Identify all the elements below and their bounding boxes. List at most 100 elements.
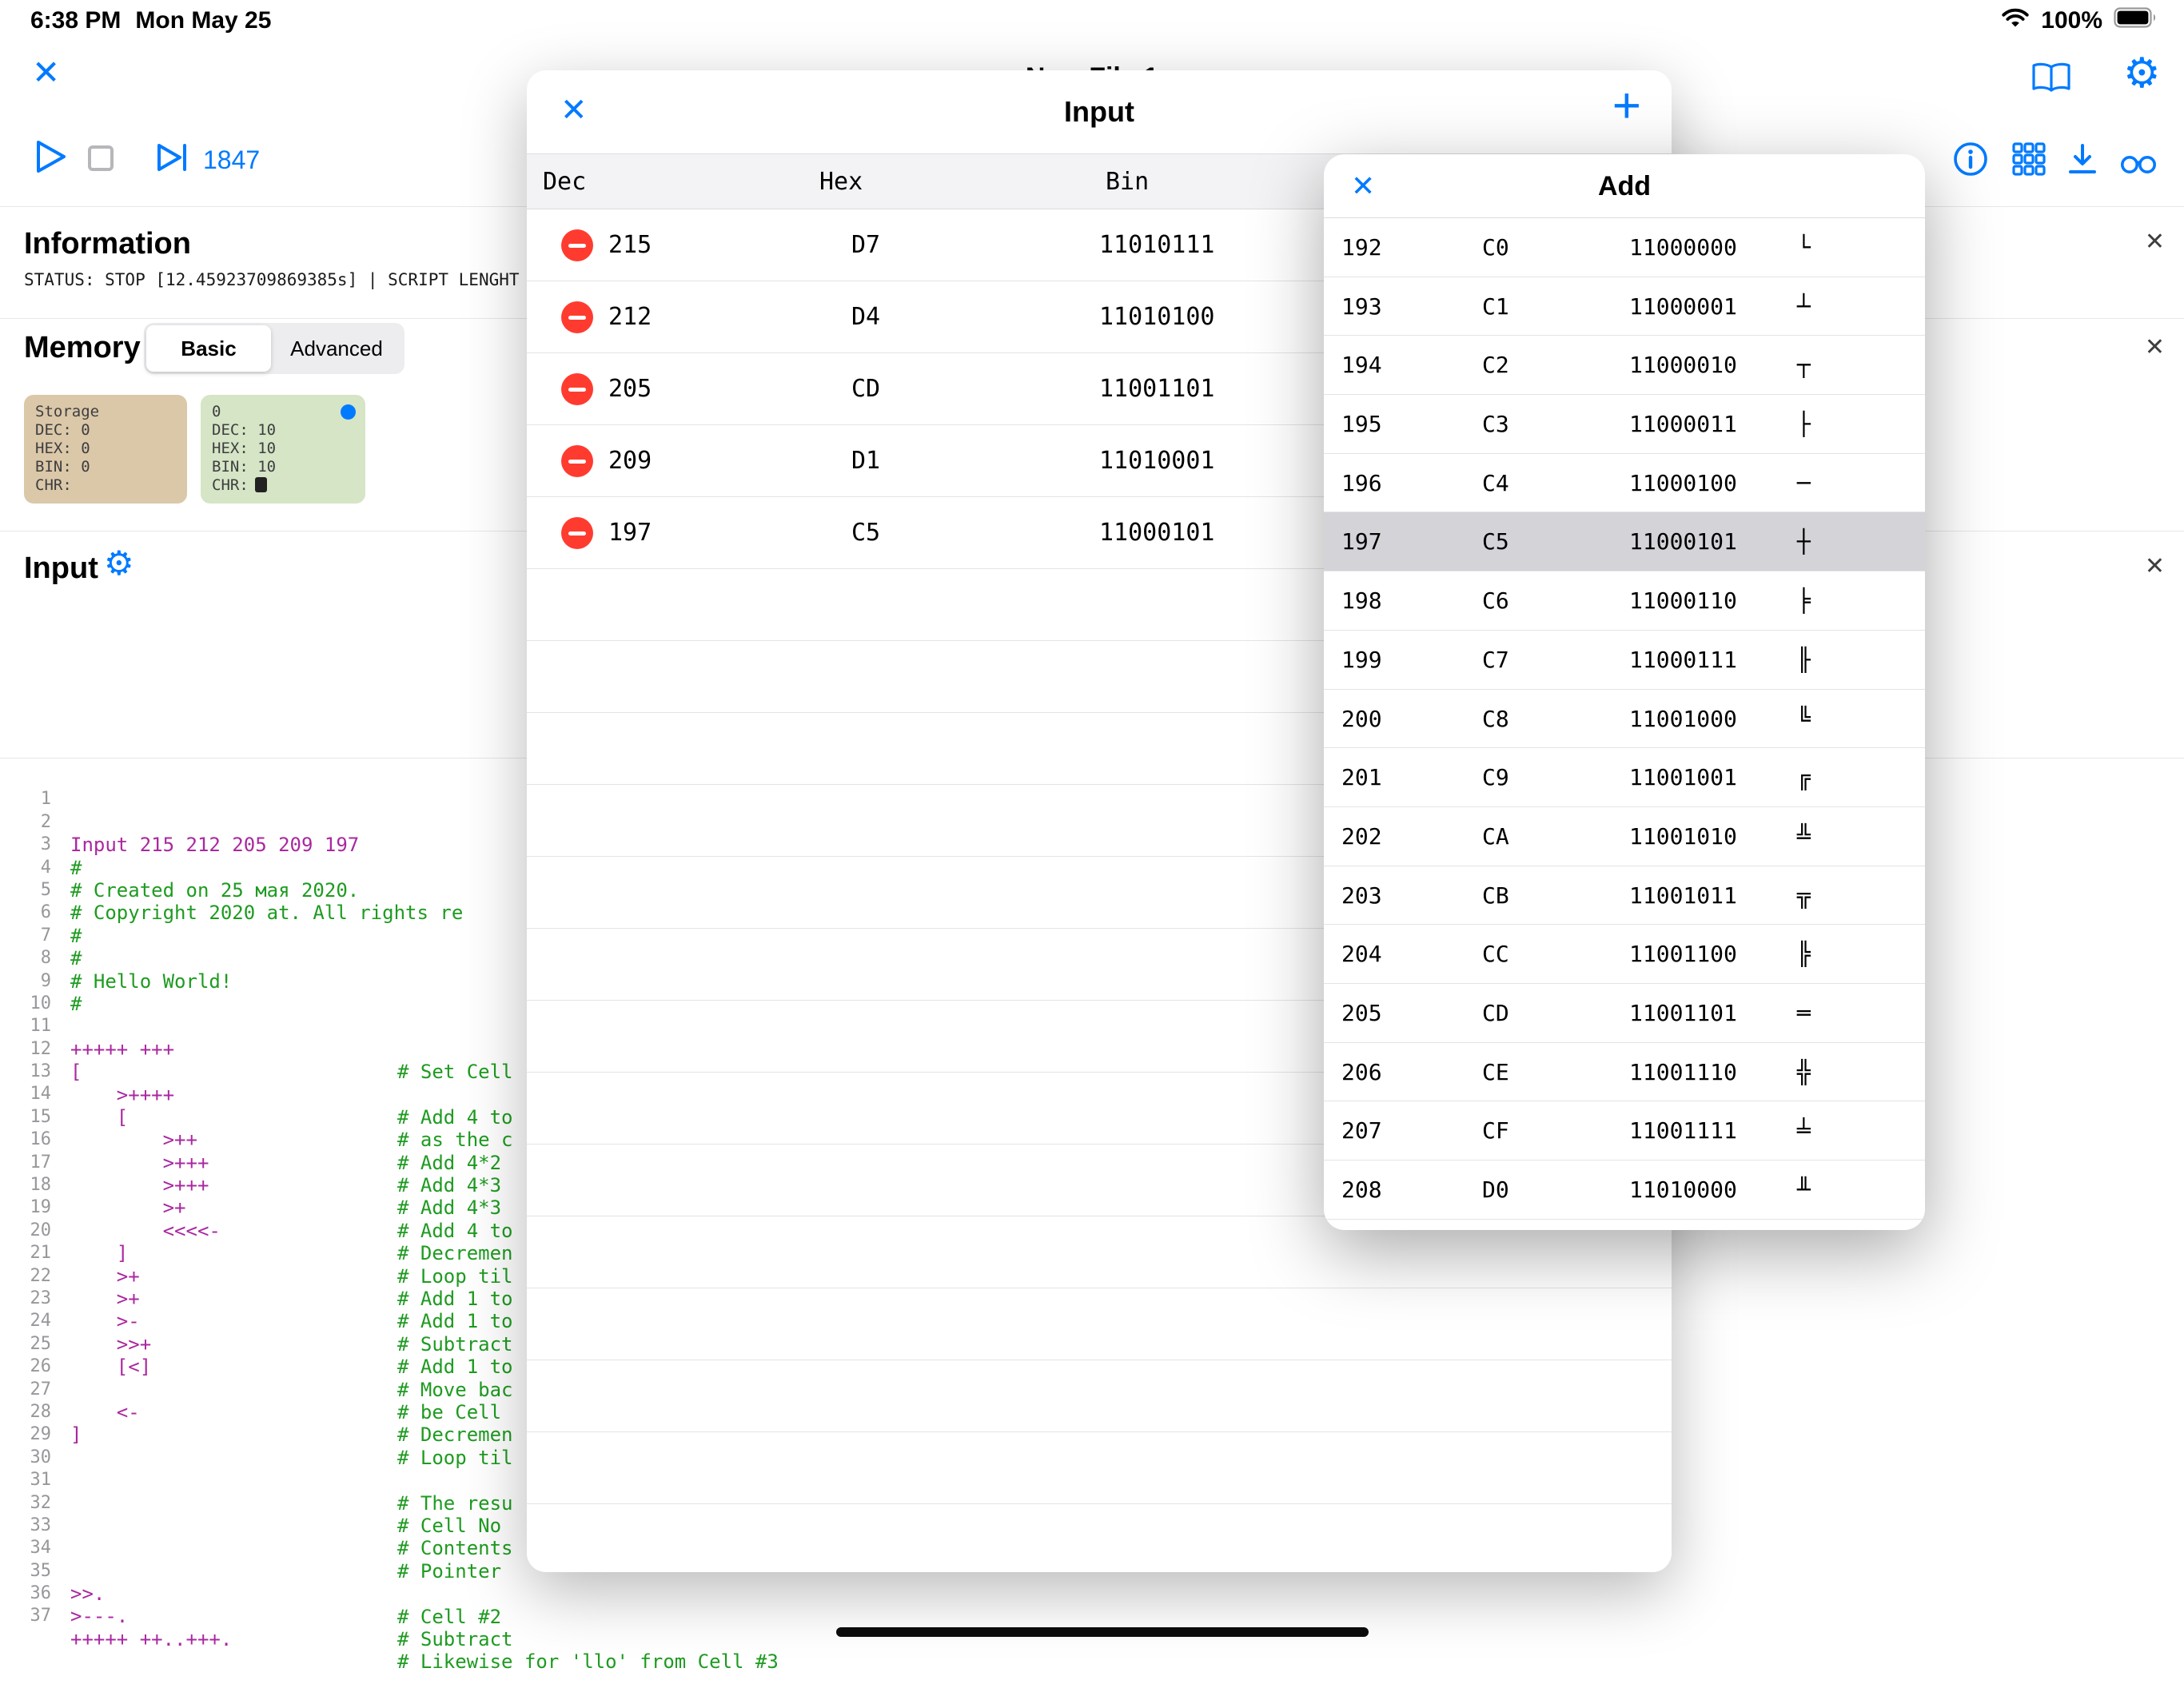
char-bin: 11000010 xyxy=(1629,336,1737,395)
add-popover: Add ✕ 192 C0 11000000 └ 193 C1 11000001 … xyxy=(1324,154,1925,1230)
character-row[interactable]: 203 CB 11001011 ╦ xyxy=(1324,866,1925,926)
char-bin: 11000100 xyxy=(1629,454,1737,513)
home-indicator[interactable] xyxy=(836,1627,1369,1637)
char-bin: 11001000 xyxy=(1629,690,1737,749)
value-hex: D4 xyxy=(851,281,880,353)
value-dec: 205 xyxy=(608,353,652,425)
code-line: 37 +++++ ++..+++. # Likewise for 'llo' f… xyxy=(0,1583,2184,1605)
storage-hex: HEX: 0 xyxy=(35,440,176,458)
character-row[interactable]: 206 CE 11001110 ╬ xyxy=(1324,1043,1925,1102)
char-bin: 11000000 xyxy=(1629,218,1737,277)
storage-dec: DEC: 0 xyxy=(35,421,176,440)
char-hex: C7 xyxy=(1482,631,1509,690)
char-dec: 208 xyxy=(1341,1161,1382,1220)
information-section-title: Information xyxy=(24,227,191,261)
char-bin: 11000011 xyxy=(1629,395,1737,454)
wifi-icon xyxy=(2001,7,2030,34)
character-row[interactable]: 195 C3 11000011 ├ xyxy=(1324,395,1925,454)
line-code: >---. xyxy=(70,1605,128,1627)
value-hex: CD xyxy=(851,353,880,425)
character-row[interactable]: 193 C1 11000001 ┴ xyxy=(1324,277,1925,336)
remove-value-button[interactable] xyxy=(561,301,593,333)
storage-card-title: Storage xyxy=(35,403,176,421)
input-settings-gear-icon[interactable]: ⚙ xyxy=(104,547,134,580)
char-glyph: ╚ xyxy=(1797,690,1811,749)
character-row[interactable]: 207 CF 11001111 ╧ xyxy=(1324,1101,1925,1161)
value-bin: 11010100 xyxy=(1099,281,1215,353)
status-time: 6:38 PM xyxy=(30,7,121,34)
memory-close-icon[interactable]: ✕ xyxy=(2145,336,2165,360)
char-bin: 11000101 xyxy=(1629,512,1737,571)
character-list[interactable]: 192 C0 11000000 └ 193 C1 11000001 ┴ 194 … xyxy=(1324,218,1925,1220)
column-hex: Hex xyxy=(819,154,863,210)
line-comment: # Cell #2 xyxy=(397,1606,501,1628)
remove-value-button[interactable] xyxy=(561,229,593,261)
char-glyph: ╞ xyxy=(1797,571,1811,631)
character-row[interactable]: 192 C0 11000000 └ xyxy=(1324,218,1925,277)
pointer-dot xyxy=(341,404,356,420)
preview-glasses-icon[interactable] xyxy=(2118,145,2158,181)
character-row[interactable]: 198 C6 11000110 ╞ xyxy=(1324,571,1925,631)
char-bin: 11001011 xyxy=(1629,866,1737,926)
char-bin: 11001111 xyxy=(1629,1101,1737,1161)
tab-basic[interactable]: Basic xyxy=(146,325,271,372)
char-dec: 201 xyxy=(1341,748,1382,807)
value-hex: C5 xyxy=(851,497,880,569)
info-icon[interactable] xyxy=(1952,141,1989,181)
char-glyph: ├ xyxy=(1797,395,1811,454)
char-hex: C3 xyxy=(1482,395,1509,454)
step-counter: 1847 xyxy=(203,145,260,175)
character-row[interactable]: 204 CC 11001100 ╠ xyxy=(1324,925,1925,984)
character-row[interactable]: 200 C8 11001000 ╚ xyxy=(1324,690,1925,749)
library-book-icon[interactable] xyxy=(2031,61,2072,98)
char-glyph: ═ xyxy=(1797,984,1811,1043)
char-hex: C5 xyxy=(1482,512,1509,571)
input-modal-header: Input ✕ + xyxy=(527,70,1672,153)
memory-cell-card[interactable]: 0 DEC: 10 HEX: 10 BIN: 10 CHR: xyxy=(201,395,365,504)
cell-bin: BIN: 10 xyxy=(212,458,354,476)
input-modal-add-icon[interactable]: + xyxy=(1612,82,1641,131)
character-row[interactable]: 205 CD 11001101 ═ xyxy=(1324,984,1925,1043)
char-glyph: ╩ xyxy=(1797,807,1811,866)
tab-advanced[interactable]: Advanced xyxy=(271,325,402,372)
input-section-title: Input xyxy=(24,551,98,586)
stop-button[interactable] xyxy=(85,142,117,178)
character-row[interactable]: 199 C7 11000111 ╟ xyxy=(1324,631,1925,690)
step-button[interactable] xyxy=(153,141,190,178)
char-dec: 207 xyxy=(1341,1101,1382,1161)
battery-icon xyxy=(2114,7,2157,34)
remove-value-button[interactable] xyxy=(561,373,593,405)
character-row[interactable]: 202 CA 11001010 ╩ xyxy=(1324,807,1925,866)
download-icon[interactable] xyxy=(2064,141,2101,181)
character-row[interactable]: 196 C4 11000100 ─ xyxy=(1324,454,1925,513)
memory-grid-icon[interactable] xyxy=(2011,141,2047,181)
add-popover-close-icon[interactable]: ✕ xyxy=(1351,172,1375,201)
char-bin: 11010000 xyxy=(1629,1161,1737,1220)
char-hex: CD xyxy=(1482,984,1509,1043)
remove-value-button[interactable] xyxy=(561,445,593,477)
close-document-button[interactable]: ✕ xyxy=(32,56,60,90)
input-close-icon[interactable]: ✕ xyxy=(2145,555,2165,579)
char-dec: 205 xyxy=(1341,984,1382,1043)
character-row[interactable]: 201 C9 11001001 ╔ xyxy=(1324,748,1925,807)
char-glyph: ─ xyxy=(1797,454,1811,513)
character-row[interactable]: 197 C5 11000101 ┼ xyxy=(1324,512,1925,571)
char-glyph: ╧ xyxy=(1797,1101,1811,1161)
settings-gear-icon[interactable]: ⚙ xyxy=(2123,53,2161,94)
character-row[interactable]: 208 D0 11010000 ╨ xyxy=(1324,1161,1925,1220)
line-code: +++++ ++..+++. xyxy=(70,1628,232,1650)
char-glyph: ╔ xyxy=(1797,748,1811,807)
character-row[interactable]: 194 C2 11000010 ┬ xyxy=(1324,336,1925,395)
information-close-icon[interactable]: ✕ xyxy=(2145,230,2165,254)
char-hex: C6 xyxy=(1482,571,1509,631)
char-dec: 196 xyxy=(1341,454,1382,513)
script-status-line: STATUS: STOP [12.45923709869385s] | SCRI… xyxy=(24,270,520,289)
status-date: Mon May 25 xyxy=(135,7,271,34)
memory-mode-segmented-control: Basic Advanced xyxy=(144,323,405,374)
run-button[interactable] xyxy=(32,137,69,180)
char-dec: 204 xyxy=(1341,925,1382,984)
input-modal-close-icon[interactable]: ✕ xyxy=(560,94,588,126)
char-hex: CA xyxy=(1482,807,1509,866)
column-dec: Dec xyxy=(543,154,586,210)
remove-value-button[interactable] xyxy=(561,517,593,549)
